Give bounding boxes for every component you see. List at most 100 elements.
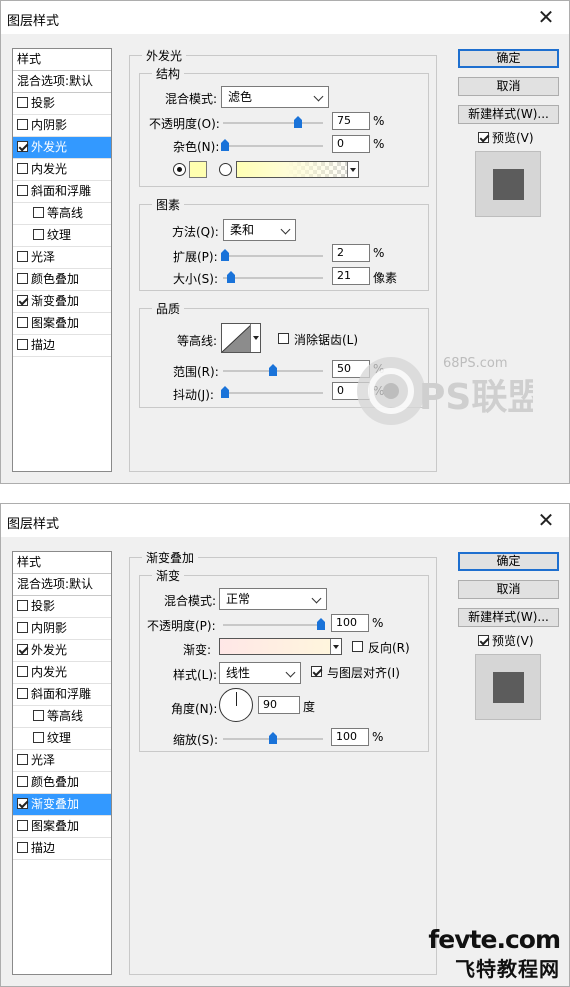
new-style-button[interactable]: 新建样式(W)... xyxy=(458,608,559,627)
style-item-checkbox[interactable] xyxy=(17,185,28,196)
slider-thumb[interactable] xyxy=(317,618,325,630)
dropdown-arrow-icon[interactable] xyxy=(347,162,358,177)
slider-thumb[interactable] xyxy=(221,386,229,398)
style-item-9[interactable]: 渐变叠加 xyxy=(13,794,111,816)
style-item-checkbox[interactable] xyxy=(33,207,44,218)
close-icon[interactable]: ✕ xyxy=(533,4,559,30)
cancel-button[interactable]: 取消 xyxy=(458,580,559,599)
style-item-checkbox[interactable] xyxy=(17,339,28,350)
style-item-10[interactable]: 图案叠加 xyxy=(13,313,111,335)
glow-gradient-picker[interactable] xyxy=(236,161,359,178)
glow-color-swatch[interactable] xyxy=(189,161,207,178)
style-item-1[interactable]: 内阴影 xyxy=(13,618,111,640)
style-item-checkbox[interactable] xyxy=(17,754,28,765)
styles-header[interactable]: 样式 xyxy=(13,49,111,71)
style-item-checkbox[interactable] xyxy=(17,666,28,677)
style-item-checkbox[interactable] xyxy=(17,317,28,328)
antialias-checkbox[interactable] xyxy=(278,333,289,344)
style-item-checkbox[interactable] xyxy=(17,820,28,831)
jitter-slider[interactable] xyxy=(221,386,323,398)
style-item-checkbox[interactable] xyxy=(17,842,28,853)
style-item-checkbox[interactable] xyxy=(17,688,28,699)
angle-input[interactable]: 90 xyxy=(258,696,300,714)
style-item-checkbox[interactable] xyxy=(17,141,28,152)
style-item-4[interactable]: 斜面和浮雕 xyxy=(13,684,111,706)
method-select[interactable]: 柔和 xyxy=(223,219,296,241)
angle-dial[interactable] xyxy=(219,688,253,722)
style-item-6[interactable]: 纹理 xyxy=(13,225,111,247)
style-item-checkbox[interactable] xyxy=(17,119,28,130)
style-item-4[interactable]: 斜面和浮雕 xyxy=(13,181,111,203)
slider-thumb[interactable] xyxy=(227,271,236,283)
style-item-checkbox[interactable] xyxy=(17,273,28,284)
opacity-slider[interactable] xyxy=(223,618,325,630)
style-item-checkbox[interactable] xyxy=(17,798,28,809)
style-item-3[interactable]: 内发光 xyxy=(13,662,111,684)
style-item-8[interactable]: 颜色叠加 xyxy=(13,772,111,794)
scale-slider[interactable] xyxy=(223,732,323,744)
opacity-input[interactable]: 75 xyxy=(332,112,370,130)
style-item-checkbox[interactable] xyxy=(17,600,28,611)
size-input[interactable]: 21 xyxy=(332,267,370,285)
new-style-button[interactable]: 新建样式(W)... xyxy=(458,105,559,124)
opacity-input[interactable]: 100 xyxy=(331,614,369,632)
blend-mode-select[interactable]: 滤色 xyxy=(221,86,329,108)
preview-checkbox-row[interactable]: 预览(V) xyxy=(478,632,534,649)
styles-header[interactable]: 样式 xyxy=(13,552,111,574)
align-with-layer-checkbox[interactable] xyxy=(311,666,322,677)
style-item-0[interactable]: 投影 xyxy=(13,93,111,115)
style-item-11[interactable]: 描边 xyxy=(13,838,111,860)
style-item-8[interactable]: 颜色叠加 xyxy=(13,269,111,291)
dropdown-arrow-icon[interactable] xyxy=(250,324,260,352)
opacity-slider[interactable] xyxy=(223,116,323,128)
slider-thumb[interactable] xyxy=(269,732,277,744)
style-item-checkbox[interactable] xyxy=(17,251,28,262)
style-item-checkbox[interactable] xyxy=(17,97,28,108)
spread-input[interactable]: 2 xyxy=(332,244,370,262)
blending-options-item[interactable]: 混合选项:默认 xyxy=(13,574,111,596)
close-icon[interactable]: ✕ xyxy=(533,507,559,533)
size-slider[interactable] xyxy=(223,271,323,283)
style-item-6[interactable]: 纹理 xyxy=(13,728,111,750)
style-item-checkbox[interactable] xyxy=(17,163,28,174)
slider-thumb[interactable] xyxy=(269,364,277,376)
style-item-checkbox[interactable] xyxy=(17,644,28,655)
style-item-5[interactable]: 等高线 xyxy=(13,203,111,225)
slider-thumb[interactable] xyxy=(221,249,229,261)
style-item-2[interactable]: 外发光 xyxy=(13,137,111,159)
style-item-9[interactable]: 渐变叠加 xyxy=(13,291,111,313)
style-item-checkbox[interactable] xyxy=(33,732,44,743)
style-item-checkbox[interactable] xyxy=(17,295,28,306)
color-radio[interactable] xyxy=(173,163,186,176)
reverse-checkbox[interactable] xyxy=(352,641,363,652)
style-item-checkbox[interactable] xyxy=(33,710,44,721)
range-slider[interactable] xyxy=(223,364,323,376)
style-item-7[interactable]: 光泽 xyxy=(13,750,111,772)
style-item-10[interactable]: 图案叠加 xyxy=(13,816,111,838)
style-item-checkbox[interactable] xyxy=(17,622,28,633)
style-item-1[interactable]: 内阴影 xyxy=(13,115,111,137)
gradient-style-select[interactable]: 线性 xyxy=(219,662,301,684)
dropdown-arrow-icon[interactable] xyxy=(330,639,341,654)
style-item-5[interactable]: 等高线 xyxy=(13,706,111,728)
cancel-button[interactable]: 取消 xyxy=(458,77,559,96)
preview-checkbox[interactable] xyxy=(478,635,489,646)
slider-thumb[interactable] xyxy=(221,139,229,151)
slider-thumb[interactable] xyxy=(294,116,302,128)
preview-checkbox-row[interactable]: 预览(V) xyxy=(478,129,534,146)
preview-checkbox[interactable] xyxy=(478,132,489,143)
spread-slider[interactable] xyxy=(221,249,323,261)
gradient-picker[interactable] xyxy=(219,638,342,655)
style-item-2[interactable]: 外发光 xyxy=(13,640,111,662)
gradient-radio[interactable] xyxy=(219,163,232,176)
style-item-checkbox[interactable] xyxy=(17,776,28,787)
style-item-0[interactable]: 投影 xyxy=(13,596,111,618)
noise-input[interactable]: 0 xyxy=(332,135,370,153)
style-item-checkbox[interactable] xyxy=(33,229,44,240)
contour-picker[interactable] xyxy=(221,323,261,353)
blend-mode-select[interactable]: 正常 xyxy=(219,588,327,610)
style-item-7[interactable]: 光泽 xyxy=(13,247,111,269)
ok-button[interactable]: 确定 xyxy=(458,552,559,571)
style-item-11[interactable]: 描边 xyxy=(13,335,111,357)
noise-slider[interactable] xyxy=(221,139,323,151)
